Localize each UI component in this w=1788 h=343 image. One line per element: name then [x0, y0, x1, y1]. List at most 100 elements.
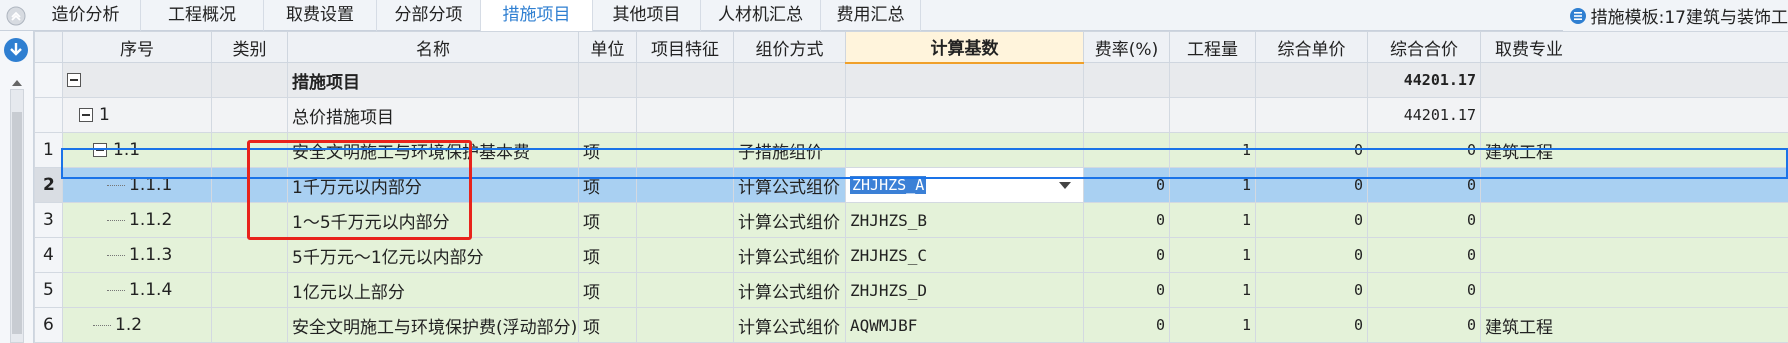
col-header-rate[interactable]: 费率(%) [1083, 31, 1170, 63]
profession-cell[interactable] [1480, 202, 1788, 238]
profession-cell[interactable] [1480, 237, 1788, 273]
profession-cell[interactable] [1480, 97, 1788, 133]
unit-price-cell[interactable]: 0 [1255, 167, 1368, 203]
col-header-seq[interactable]: 序号 [62, 31, 212, 63]
row-number[interactable] [34, 97, 63, 133]
unit-cell[interactable]: 项 [578, 167, 637, 203]
quantity-cell[interactable] [1169, 62, 1256, 98]
name-cell[interactable]: 措施项目 [287, 62, 579, 98]
table-row[interactable]: 5 1.1.4 1亿元以上部分 项 计算公式组价 ZHJHZS_D 0 1 0 … [34, 272, 1788, 308]
calc-base-cell[interactable]: ZHJHZS_B [845, 202, 1084, 238]
table-row-selected[interactable]: 2 1.1.1 1千万元以内部分 项 计算公式组价 ZHJHZS_A 0 1 0… [34, 167, 1788, 203]
calc-base-cell[interactable]: AQWMJBF [845, 307, 1084, 343]
unit-cell[interactable]: 项 [578, 237, 637, 273]
total-cell[interactable]: 0 [1367, 132, 1481, 168]
rate-cell[interactable]: 0 [1083, 272, 1170, 308]
col-header-category[interactable]: 类别 [211, 31, 288, 63]
name-cell[interactable]: 安全文明施工与环境保护费(浮动部分) [287, 307, 579, 343]
rate-cell[interactable]: 0 [1083, 237, 1170, 273]
feature-cell[interactable] [636, 167, 734, 203]
method-cell[interactable]: 计算公式组价 [733, 272, 846, 308]
col-header-calc-base[interactable]: 计算基数 [845, 31, 1084, 64]
col-header-name[interactable]: 名称 [287, 31, 579, 63]
method-cell[interactable]: 计算公式组价 [733, 202, 846, 238]
unit-price-cell[interactable] [1255, 62, 1368, 98]
method-cell[interactable]: 计算公式组价 [733, 167, 846, 203]
rate-cell[interactable]: 0 [1083, 167, 1170, 203]
quantity-cell[interactable]: 1 [1169, 237, 1256, 273]
collapse-tree-icon[interactable] [79, 108, 93, 122]
calc-base-cell[interactable] [845, 97, 1084, 133]
collapse-up-icon[interactable] [0, 0, 31, 31]
total-cell[interactable]: 0 [1367, 237, 1481, 273]
tab-measure-items[interactable]: 措施项目 [481, 0, 593, 31]
feature-cell[interactable] [636, 62, 734, 98]
unit-price-cell[interactable]: 0 [1255, 272, 1368, 308]
unit-price-cell[interactable] [1255, 97, 1368, 133]
feature-cell[interactable] [636, 97, 734, 133]
quantity-cell[interactable]: 1 [1169, 272, 1256, 308]
unit-cell[interactable]: 项 [578, 132, 637, 168]
total-cell[interactable]: 44201.17 [1367, 62, 1481, 98]
name-cell[interactable]: 5千万元～1亿元以内部分 [287, 237, 579, 273]
col-header-profession[interactable]: 取费专业 [1480, 31, 1788, 63]
tab-other-items[interactable]: 其他项目 [593, 0, 701, 31]
calc-base-cell[interactable] [845, 132, 1084, 168]
rate-cell[interactable] [1083, 62, 1170, 98]
seq-cell[interactable] [62, 62, 212, 98]
rate-cell[interactable] [1083, 132, 1170, 168]
table-row[interactable]: 3 1.1.2 1～5千万元以内部分 项 计算公式组价 ZHJHZS_B 0 1… [34, 202, 1788, 238]
col-header-unit-price[interactable]: 综合单价 [1255, 31, 1368, 63]
col-header-quantity[interactable]: 工程量 [1169, 31, 1256, 63]
calc-base-dropdown[interactable]: ZHJHZS_A [845, 167, 1084, 203]
category-cell[interactable] [211, 202, 288, 238]
col-header-feature[interactable]: 项目特征 [636, 31, 734, 63]
category-cell[interactable] [211, 62, 288, 98]
unit-price-cell[interactable]: 0 [1255, 307, 1368, 343]
name-cell[interactable]: 1千万元以内部分 [287, 167, 579, 203]
row-number[interactable]: 6 [34, 307, 63, 343]
feature-cell[interactable] [636, 202, 734, 238]
seq-cell[interactable]: 1 [62, 97, 212, 133]
category-cell[interactable] [211, 272, 288, 308]
total-cell[interactable]: 0 [1367, 202, 1481, 238]
chevron-down-icon[interactable] [1059, 181, 1071, 189]
row-number[interactable]: 4 [34, 237, 63, 273]
name-cell[interactable]: 安全文明施工与环境保护基本费 [287, 132, 579, 168]
profession-cell[interactable] [1480, 272, 1788, 308]
total-cell[interactable]: 0 [1367, 167, 1481, 203]
total-cell[interactable]: 44201.17 [1367, 97, 1481, 133]
collapse-tree-icon[interactable] [93, 143, 107, 157]
profession-cell[interactable]: 建筑工程 [1480, 132, 1788, 168]
row-number[interactable]: 1 [34, 132, 63, 168]
quantity-cell[interactable]: 1 [1169, 132, 1256, 168]
download-icon[interactable] [3, 37, 29, 68]
unit-cell[interactable] [578, 97, 637, 133]
seq-cell[interactable]: 1.1.4 [62, 272, 212, 308]
col-header-total[interactable]: 综合合价 [1367, 31, 1481, 63]
tab-project-overview[interactable]: 工程概况 [141, 0, 264, 31]
method-cell[interactable]: 计算公式组价 [733, 307, 846, 343]
method-cell[interactable] [733, 62, 846, 98]
category-cell[interactable] [211, 167, 288, 203]
feature-cell[interactable] [636, 237, 734, 273]
row-number[interactable]: 3 [34, 202, 63, 238]
quantity-cell[interactable] [1169, 97, 1256, 133]
quantity-cell[interactable]: 1 [1169, 307, 1256, 343]
category-cell[interactable] [211, 237, 288, 273]
table-row[interactable]: 1 1.1 安全文明施工与环境保护基本费 项 子措施组价 1 0 0 建筑工程 [34, 132, 1788, 168]
method-cell[interactable]: 计算公式组价 [733, 237, 846, 273]
row-number[interactable]: 5 [34, 272, 63, 308]
method-cell[interactable] [733, 97, 846, 133]
feature-cell[interactable] [636, 307, 734, 343]
seq-cell[interactable]: 1.1.1 [62, 167, 212, 203]
tab-cost-analysis[interactable]: 造价分析 [31, 0, 141, 31]
table-row[interactable]: 措施项目 44201.17 [34, 62, 1788, 98]
unit-cell[interactable]: 项 [578, 307, 637, 343]
table-row[interactable]: 4 1.1.3 5千万元～1亿元以内部分 项 计算公式组价 ZHJHZS_C 0… [34, 237, 1788, 273]
category-cell[interactable] [211, 307, 288, 343]
rate-cell[interactable]: 0 [1083, 202, 1170, 238]
name-cell[interactable]: 1亿元以上部分 [287, 272, 579, 308]
row-number[interactable] [34, 62, 63, 98]
row-number[interactable]: 2 [34, 167, 63, 203]
